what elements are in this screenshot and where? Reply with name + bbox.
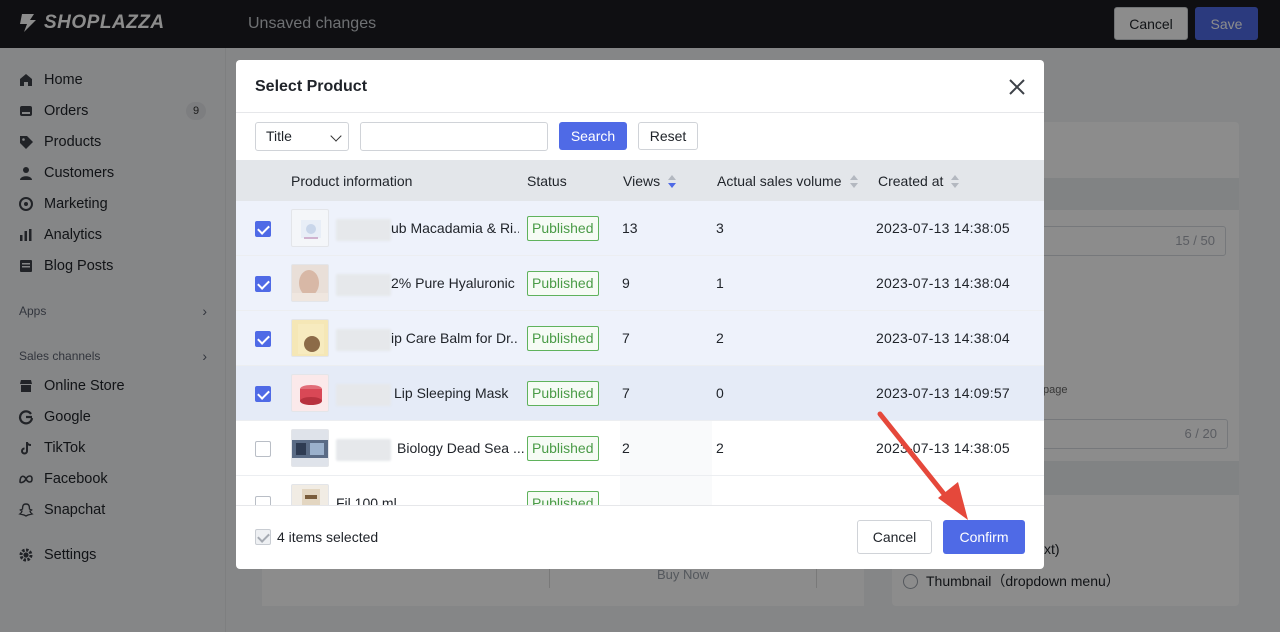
product-name: ip Care Balm for Dr...	[391, 330, 519, 346]
product-name: Lip Sleeping Mask	[394, 385, 509, 401]
column-actual-sales-volume[interactable]: Actual sales volume	[717, 173, 858, 189]
created-at-value: 2023-07-13 14:38:04	[876, 330, 1010, 346]
blurred-text	[336, 219, 391, 241]
modal-title: Select Product	[255, 78, 368, 95]
search-button[interactable]: Search	[559, 122, 627, 150]
chevron-down-icon	[330, 130, 342, 142]
views-value: 13	[622, 220, 638, 236]
status-badge: Published	[527, 326, 599, 351]
views-value: 7	[622, 385, 630, 401]
sales-value: 1	[716, 275, 724, 291]
product-thumbnail	[291, 319, 329, 357]
filter-field-value: Title	[266, 128, 292, 144]
close-icon[interactable]	[1006, 76, 1028, 98]
created-at-value: 2023-07-13 14:38:04	[876, 275, 1010, 291]
views-value: 7	[622, 330, 630, 346]
row-checkbox[interactable]	[255, 441, 271, 457]
column-product-information: Product information	[291, 173, 413, 189]
product-thumbnail	[291, 374, 329, 412]
sales-value: 3	[716, 220, 724, 236]
views-value: 9	[622, 275, 630, 291]
divider	[236, 112, 1044, 113]
filter-field-select[interactable]: Title	[255, 122, 349, 151]
selected-count: 4 items selected	[277, 529, 379, 545]
table-row[interactable]: Lip Sleeping Mask Published 7 0 2023-07-…	[236, 366, 1044, 421]
blurred-text	[336, 439, 391, 461]
blurred-text	[336, 329, 391, 351]
column-views[interactable]: Views	[623, 173, 677, 189]
created-at-value: 2023-07-13 14:09:57	[876, 385, 1010, 401]
row-checkbox[interactable]	[255, 276, 271, 292]
cancel-button[interactable]: Cancel	[857, 520, 932, 554]
sort-icon[interactable]	[951, 175, 960, 189]
divider	[236, 505, 1044, 506]
confirm-button[interactable]: Confirm	[943, 520, 1025, 554]
row-checkbox[interactable]	[255, 496, 271, 505]
table-row[interactable]: Fil 100 ml Published	[236, 476, 1044, 505]
select-product-modal: Select Product Title Search Reset Produc…	[236, 60, 1044, 569]
column-created-at[interactable]: Created at	[878, 173, 960, 189]
views-value: 2	[622, 440, 630, 456]
sort-icon[interactable]	[849, 175, 858, 189]
sort-icon[interactable]	[668, 175, 677, 189]
table-row[interactable]: ip Care Balm for Dr... Published 7 2 202…	[236, 311, 1044, 366]
product-thumbnail	[291, 484, 329, 505]
table-row[interactable]: Biology Dead Sea ... Published 2 2 2023-…	[236, 421, 1044, 476]
table-row[interactable]: ub Macadamia & Ri... Published 13 3 2023…	[236, 201, 1044, 256]
product-thumbnail	[291, 429, 329, 467]
column-views-label: Views	[623, 173, 661, 189]
product-name: Biology Dead Sea ...	[397, 440, 525, 456]
product-table-body: ub Macadamia & Ri... Published 13 3 2023…	[236, 201, 1044, 505]
product-name: 2% Pure Hyaluronic ...	[391, 275, 519, 291]
column-created-label: Created at	[878, 173, 944, 189]
sales-value: 2	[716, 330, 724, 346]
row-checkbox[interactable]	[255, 221, 271, 237]
product-name: Fil 100 ml	[336, 495, 397, 505]
created-at-value: 2023-07-13 14:38:05	[876, 440, 1010, 456]
row-checkbox[interactable]	[255, 331, 271, 347]
table-header: Product information Status Views Actual …	[236, 160, 1044, 201]
reset-button[interactable]: Reset	[638, 122, 698, 150]
status-badge: Published	[527, 436, 599, 461]
status-badge: Published	[527, 491, 599, 505]
sales-value: 2	[716, 440, 724, 456]
status-badge: Published	[527, 216, 599, 241]
blurred-text	[336, 274, 391, 296]
status-badge: Published	[527, 271, 599, 296]
status-badge: Published	[527, 381, 599, 406]
blurred-text	[336, 384, 391, 406]
column-sales-label: Actual sales volume	[717, 173, 842, 189]
product-thumbnail	[291, 264, 329, 302]
sales-value: 0	[716, 385, 724, 401]
table-row[interactable]: 2% Pure Hyaluronic ... Published 9 1 202…	[236, 256, 1044, 311]
product-name: ub Macadamia & Ri...	[391, 220, 519, 236]
created-at-value: 2023-07-13 14:38:05	[876, 220, 1010, 236]
column-status: Status	[527, 173, 567, 189]
product-thumbnail	[291, 209, 329, 247]
select-all-checkbox[interactable]	[255, 529, 271, 545]
search-input[interactable]	[360, 122, 548, 151]
row-checkbox[interactable]	[255, 386, 271, 402]
